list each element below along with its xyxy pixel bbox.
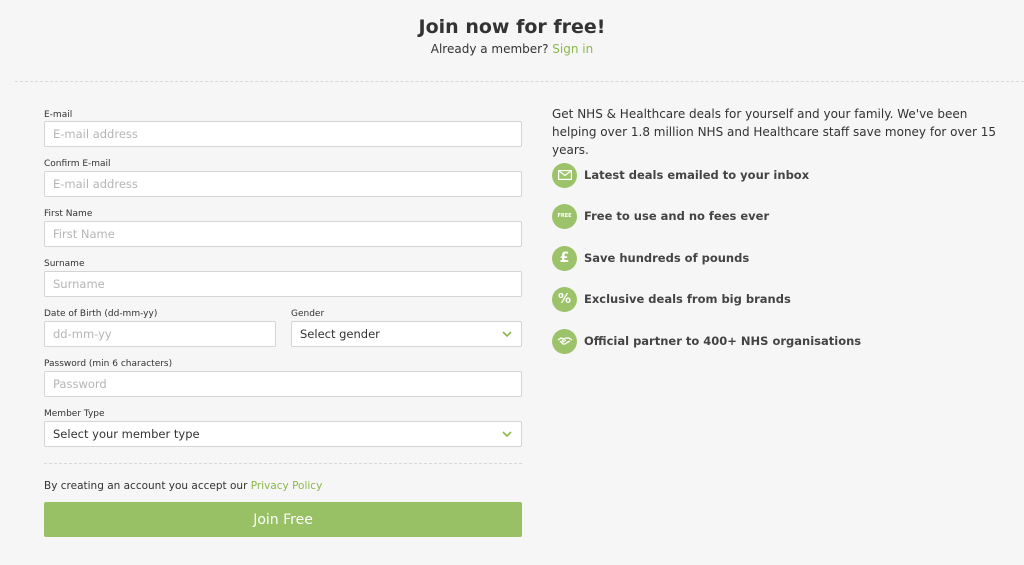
join-free-button[interactable]: Join Free [44,502,522,537]
password-field[interactable] [44,371,522,397]
feature-text: Official partner to 400+ NHS organisatio… [584,334,862,348]
gender-select-value: Select gender [300,327,380,341]
privacy-policy-link[interactable]: Privacy Policy [251,480,323,492]
member-type-label: Member Type [44,409,105,419]
feature-text: Latest deals emailed to your inbox [584,168,810,182]
free-icon: FREE [552,203,577,229]
confirm-email-label: Confirm E-mail [44,159,111,169]
sign-in-link[interactable]: Sign in [552,42,593,56]
feature-item: % Exclusive deals from big brands [552,286,791,312]
first-name-label: First Name [44,209,93,219]
chevron-down-icon [502,431,512,438]
feature-item: Latest deals emailed to your inbox [552,162,809,188]
envelope-icon [552,162,577,188]
handshake-icon [552,328,577,354]
dob-field[interactable] [44,321,276,347]
feature-text: Save hundreds of pounds [584,251,750,265]
dob-label: Date of Birth (dd-mm-yy) [44,309,158,319]
pound-icon: £ [552,245,577,271]
email-field[interactable] [44,121,522,147]
percent-icon-text: % [557,291,572,307]
page-title: Join now for free! [418,16,606,38]
gender-label: Gender [291,309,325,319]
feature-item: Official partner to 400+ NHS organisatio… [552,328,861,354]
feature-item: FREE Free to use and no fees ever [552,203,769,229]
form-divider [44,463,522,464]
chevron-down-icon [502,331,512,338]
surname-label: Surname [44,259,85,269]
member-type-select-value: Select your member type [53,427,200,441]
member-prompt: Already a member? Sign in [0,42,1024,56]
first-name-field[interactable] [44,221,522,247]
privacy-notice-text: By creating an account you accept our [44,480,248,492]
feature-item: £ Save hundreds of pounds [552,245,749,271]
surname-field[interactable] [44,271,522,297]
password-label: Password (min 6 characters) [44,359,173,369]
free-icon-text: FREE [557,213,572,219]
confirm-email-field[interactable] [44,171,522,197]
privacy-notice: By creating an account you accept our Pr… [44,480,322,492]
feature-text: Free to use and no fees ever [584,209,770,223]
member-prompt-text: Already a member? [430,42,549,56]
member-type-select[interactable]: Select your member type [44,421,522,447]
gender-select[interactable]: Select gender [291,321,522,347]
intro-text: Get NHS & Healthcare deals for yourself … [552,107,997,157]
percent-icon: % [552,286,577,312]
header-divider [15,81,1024,82]
feature-text: Exclusive deals from big brands [584,292,791,306]
email-label: E-mail [44,110,73,120]
page-header: Join now for free! Already a member? Sig… [0,0,1024,82]
pound-icon-text: £ [559,250,570,266]
